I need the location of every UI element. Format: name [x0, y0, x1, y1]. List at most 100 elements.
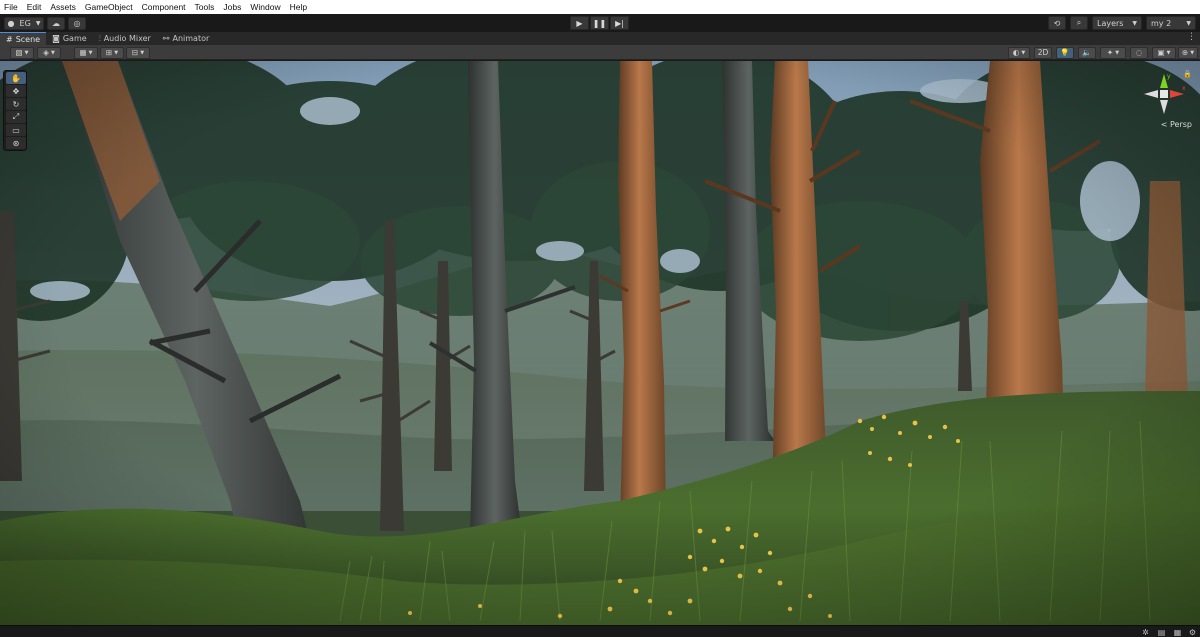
chevron-down-icon: ▼ — [114, 49, 119, 56]
move-tool[interactable]: ✥ — [6, 85, 26, 97]
chevron-down-icon: ▼ — [1115, 49, 1120, 56]
play-button[interactable]: ▶ — [570, 16, 589, 30]
history-button[interactable]: ⟲ — [1048, 16, 1066, 30]
window-tabs: # Scene ◙ Game ⫶ Audio Mixer ⚯ Animator … — [0, 32, 1200, 45]
main-toolbar: ● EG ▼ ☁ ◎ ▶ ❚❚ ▶| ⟲ ⌕ Layers ▼ my 2 ▼ — [0, 14, 1200, 32]
rect-tool[interactable]: ▭ — [6, 124, 26, 136]
globe-icon: ⊕ — [1181, 48, 1189, 57]
mode-2d-toggle[interactable]: 2D — [1034, 46, 1052, 59]
projection-toggle[interactable]: < Persp — [1161, 120, 1192, 129]
draw-mode-icon: ▧ — [15, 48, 23, 57]
hand-tool[interactable]: ✋ — [6, 72, 26, 84]
tab-audio-mixer[interactable]: ⫶ Audio Mixer — [93, 32, 157, 45]
cloud-icon: ☁ — [52, 18, 60, 28]
draw-mode-dropdown[interactable]: ▧ ▼ — [10, 46, 34, 59]
transform-tool[interactable]: ⊛ — [6, 137, 26, 149]
menu-assets[interactable]: Assets — [50, 2, 76, 12]
snap-icon: ⊞ — [105, 48, 113, 57]
rotate-icon: ↻ — [12, 99, 20, 109]
tab-audio-mixer-label: Audio Mixer — [103, 34, 151, 43]
hand-icon: ✋ — [11, 73, 21, 83]
chevron-down-icon: ▼ — [1132, 19, 1137, 27]
rect-icon: ▭ — [12, 125, 20, 135]
gizmos-dropdown[interactable]: ⊕ ▼ — [1178, 46, 1198, 59]
scale-tool[interactable]: ⤢ — [6, 111, 26, 123]
tab-scene[interactable]: # Scene — [0, 32, 47, 45]
scale-icon: ⤢ — [12, 112, 20, 121]
bug-icon[interactable]: ✲ — [1140, 627, 1151, 637]
layout-dropdown[interactable]: my 2 ▼ — [1146, 16, 1196, 30]
pause-icon: ❚❚ — [592, 18, 607, 28]
sphere-icon: ◐ — [1012, 48, 1020, 57]
collab-button[interactable]: ◎ — [68, 16, 86, 30]
menu-tools[interactable]: Tools — [195, 2, 215, 12]
grid-dropdown[interactable]: ▦ ▼ — [74, 46, 98, 59]
increment-dropdown[interactable]: ⊟ ▼ — [126, 46, 150, 59]
cloud-button[interactable]: ☁ — [47, 16, 65, 30]
chevron-down-icon: ▼ — [1021, 49, 1026, 56]
menu-edit[interactable]: Edit — [27, 2, 42, 12]
step-icon: ▶| — [615, 18, 624, 28]
collab-icon: ◎ — [73, 18, 81, 28]
grid-icon: # — [6, 34, 13, 44]
progress-icon[interactable]: ▤ — [1156, 627, 1167, 637]
search-icon: ⌕ — [1076, 18, 1082, 27]
chevron-down-icon: ▼ — [140, 49, 145, 56]
menu-help[interactable]: Help — [290, 2, 307, 12]
render-mode-dropdown[interactable]: ◐ ▼ — [1008, 46, 1030, 59]
speaker-icon: 🔈 — [1082, 48, 1092, 57]
gizmo-center[interactable] — [1160, 90, 1168, 98]
eye-slash-icon: ◌ — [1135, 48, 1143, 57]
chevron-down-icon: ▼ — [88, 49, 93, 56]
account-dropdown[interactable]: ● EG ▼ — [4, 16, 44, 30]
menu-component[interactable]: Component — [142, 2, 186, 12]
menu-window[interactable]: Window — [250, 2, 280, 12]
tab-animator[interactable]: ⚯ Animator — [157, 32, 215, 45]
tab-game[interactable]: ◙ Game — [46, 32, 93, 45]
more-options-icon[interactable]: ⋮ — [1187, 32, 1196, 42]
pause-button[interactable]: ❚❚ — [590, 16, 609, 30]
chevron-down-icon: ▼ — [24, 49, 29, 56]
mode-2d-label: 2D — [1037, 48, 1049, 57]
chevron-down-icon: ▼ — [1190, 49, 1195, 56]
menu-bar: File Edit Assets GameObject Component To… — [0, 0, 1200, 14]
cache-icon[interactable]: ▦ — [1172, 627, 1183, 637]
playback-controls: ▶ ❚❚ ▶| — [570, 16, 629, 30]
menu-gameobject[interactable]: GameObject — [85, 2, 133, 12]
status-bar: ✲ ▤ ▦ ⚙ — [0, 625, 1200, 637]
gamepad-icon: ◙ — [52, 34, 60, 43]
move-icon: ✥ — [12, 86, 20, 96]
camera-dropdown[interactable]: ▣ ▼ — [1152, 46, 1176, 59]
transform-icon: ⊛ — [12, 138, 20, 148]
chevron-down-icon: ▼ — [1186, 19, 1191, 27]
layers-dropdown[interactable]: Layers ▼ — [1092, 16, 1142, 30]
increment-icon: ⊟ — [131, 48, 139, 57]
chevron-down-icon: ▼ — [35, 19, 41, 27]
layout-label: my 2 — [1151, 18, 1172, 28]
grid-snap-icon: ▦ — [79, 48, 87, 57]
chevron-down-icon: ▼ — [50, 49, 55, 56]
menu-jobs[interactable]: Jobs — [223, 2, 241, 12]
scene-toolbar: ▧ ▼ ◈ ▼ ▦ ▼ ⊞ ▼ ⊟ ▼ ◐ ▼ 2D 💡 🔈 ✦ ▼ ◌ ▣ ▼ ⊕ ▼ — [0, 45, 1200, 60]
gizmo-neg-x-axis[interactable] — [1144, 90, 1158, 98]
lighting-toggle[interactable]: 💡 — [1056, 46, 1074, 59]
search-button[interactable]: ⌕ — [1070, 16, 1088, 30]
hidden-objects-toggle[interactable]: ◌ — [1130, 46, 1148, 59]
gizmo-neg-y-axis[interactable] — [1160, 100, 1168, 114]
camera-icon: ▣ — [1157, 48, 1165, 57]
effects-dropdown[interactable]: ✦ ▼ — [1100, 46, 1126, 59]
tab-scene-label: Scene — [15, 34, 41, 44]
rotate-tool[interactable]: ↻ — [6, 98, 26, 110]
shading-dropdown[interactable]: ◈ ▼ — [37, 46, 61, 59]
audio-toggle[interactable]: 🔈 — [1078, 46, 1096, 59]
step-button[interactable]: ▶| — [610, 16, 629, 30]
account-icon: ● — [7, 18, 15, 28]
orientation-gizmo[interactable]: y x — [1140, 70, 1188, 118]
menu-file[interactable]: File — [4, 2, 18, 12]
scene-viewport[interactable] — [0, 61, 1200, 625]
settings-icon[interactable]: ⚙ — [1187, 627, 1198, 637]
snap-dropdown[interactable]: ⊞ ▼ — [100, 46, 124, 59]
mixer-icon: ⫶ — [98, 33, 101, 43]
history-icon: ⟲ — [1053, 18, 1061, 28]
toolbar-right: ⟲ ⌕ Layers ▼ my 2 ▼ — [1048, 16, 1196, 30]
